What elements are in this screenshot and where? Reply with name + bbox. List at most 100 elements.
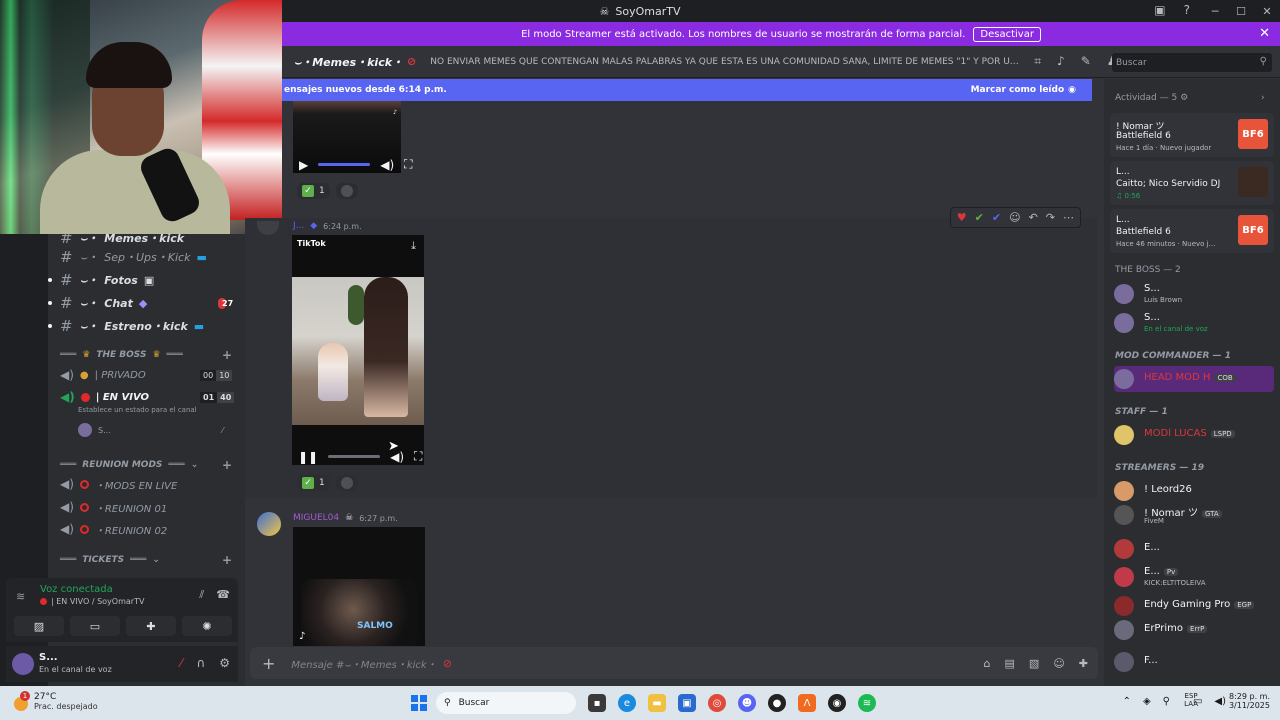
activity-card[interactable]: L... Caitto; Nico Servidio DJ ♫ 0:56 xyxy=(1110,161,1274,205)
reaction-check[interactable]: ✓ 1 xyxy=(297,183,330,199)
activity-card[interactable]: L... Battlefield 6 Hace 46 minutos · Nue… xyxy=(1110,209,1274,253)
close-icon[interactable]: ✕ xyxy=(1259,26,1270,41)
volume-bar[interactable] xyxy=(318,163,371,166)
gift-icon[interactable]: ⌂ xyxy=(984,657,991,670)
speaker-icon[interactable]: ◀) xyxy=(1214,696,1226,707)
obs-icon[interactable]: ◉ xyxy=(828,694,846,712)
reaction-check[interactable]: ✓ 1 xyxy=(297,475,330,491)
channel-sep-ups[interactable]: # ⌣・ Sep・Ups・Kick ▬ xyxy=(60,247,207,267)
upload-icon[interactable]: + xyxy=(262,654,275,673)
voice-channel-en-vivo[interactable]: ◀) | EN VIVO 01 40 xyxy=(60,387,235,407)
member-item[interactable]: E... xyxy=(1114,536,1274,562)
spotify-icon[interactable]: ≋ xyxy=(858,694,876,712)
category-the-boss[interactable]: ═══ ♛ THE BOSS ♛ ═══ + xyxy=(60,348,232,362)
signal-icon[interactable]: ≋ xyxy=(16,590,25,603)
member-item[interactable]: HEAD MOD H COB xyxy=(1114,366,1274,392)
github-icon[interactable]: ● xyxy=(768,694,786,712)
forward-icon[interactable]: ↷ xyxy=(1046,211,1055,224)
file-explorer-icon[interactable]: ▪ xyxy=(588,694,606,712)
voice-channel-privado[interactable]: ◀) ● | PRIVADO 00 10 xyxy=(60,365,233,385)
chrome-icon[interactable]: ◎ xyxy=(708,694,726,712)
voice-channel-reunion-01[interactable]: ◀) ・REUNION 01 xyxy=(60,497,167,517)
close-window-button[interactable]: ✕ xyxy=(1254,0,1280,22)
discord-icon[interactable]: ☻ xyxy=(738,694,756,712)
channel-estreno[interactable]: # ⌣・ Estreno・kick ▬ xyxy=(48,316,204,336)
verified-icon[interactable]: ✔ xyxy=(992,211,1001,224)
progress-bar[interactable] xyxy=(328,455,381,458)
headphones-icon[interactable]: ∩ xyxy=(196,656,205,670)
member-item[interactable]: E... Pv KICK:ELTITOLEIVA xyxy=(1114,564,1274,590)
add-channel-icon[interactable]: + xyxy=(222,553,232,567)
mark-read-button[interactable]: Marcar como leído ◉ xyxy=(971,85,1076,95)
screen-share-button[interactable]: ▭ xyxy=(70,616,120,636)
add-channel-icon[interactable]: + xyxy=(222,348,232,362)
edge-icon[interactable]: e xyxy=(618,694,636,712)
emoji-picker-icon[interactable]: ☺ xyxy=(1053,657,1064,670)
add-channel-icon[interactable]: + xyxy=(222,458,232,472)
gear-icon[interactable]: ⚙ xyxy=(219,656,230,670)
video-embed[interactable]: SALMO ♪ xyxy=(293,527,425,646)
minimize-button[interactable]: ─ xyxy=(1202,0,1228,22)
channel-status[interactable]: Establece un estado para el canal xyxy=(78,406,197,414)
chevron-right-icon[interactable]: › xyxy=(1261,93,1265,103)
taskbar-search[interactable]: ⚲ Buscar xyxy=(436,692,576,714)
activities-button[interactable]: ✚ xyxy=(126,616,176,636)
author-name[interactable]: J... xyxy=(293,221,304,231)
gear-icon[interactable]: ⚙ xyxy=(1180,93,1188,103)
voice-location[interactable]: | EN VIVO / SoyOmarTV xyxy=(40,597,144,606)
search-input[interactable]: Buscar ⚲ xyxy=(1112,53,1272,72)
pin-icon[interactable]: ✎ xyxy=(1081,54,1091,69)
disable-streamer-button[interactable]: Desactivar xyxy=(973,26,1041,42)
store-icon[interactable]: ▣ xyxy=(678,694,696,712)
author-name[interactable]: MIGUEL04 xyxy=(293,513,339,523)
sticker-icon[interactable]: ▧ xyxy=(1029,657,1039,670)
gif-icon[interactable]: ▤ xyxy=(1005,657,1015,670)
download-icon[interactable]: ⤓ xyxy=(411,239,416,253)
member-item[interactable]: ErPrimo ErrP xyxy=(1114,617,1274,643)
volume-icon[interactable]: ◀) xyxy=(380,158,394,172)
clock[interactable]: 8:29 p. m. 3/11/2025 xyxy=(1229,692,1270,710)
shield-icon[interactable]: ◈ xyxy=(1143,696,1151,707)
member-item[interactable]: S... En el canal de voz xyxy=(1114,310,1274,336)
add-reaction-icon[interactable]: ☺ xyxy=(1009,211,1020,224)
message-composer[interactable]: + Mensaje #⌣・Memes・kick・ ⊘ ⌂ ▤ ▧ ☺ ✚ xyxy=(250,647,1098,679)
voice-status[interactable]: Voz conectada xyxy=(40,584,113,595)
add-reaction-button[interactable] xyxy=(335,475,358,491)
apps-icon[interactable]: ✚ xyxy=(1079,657,1088,670)
member-item[interactable]: MODl LUCAS LSPD xyxy=(1114,422,1274,448)
member-item[interactable]: F... xyxy=(1114,649,1274,675)
fullscreen-icon[interactable]: ⛶ xyxy=(414,449,422,464)
folder-icon[interactable]: ▬ xyxy=(648,694,666,712)
channel-topic[interactable]: NO ENVIAR MEMES QUE CONTENGAN MALAS PALA… xyxy=(430,57,1020,67)
start-button[interactable] xyxy=(411,695,427,711)
soundboard-button[interactable]: ✺ xyxy=(182,616,232,636)
activity-card[interactable]: ! Nomar ツ Battlefield 6 Hace 1 día · Nue… xyxy=(1110,113,1274,157)
category-tickets[interactable]: ═══ TICKETS ═══ ⌄ + xyxy=(60,553,232,567)
weather-icon[interactable]: 1 xyxy=(10,691,30,713)
reply-icon[interactable]: ↶ xyxy=(1029,211,1038,224)
app-icon[interactable]: Λ xyxy=(798,694,816,712)
threads-icon[interactable]: ⌗ xyxy=(1034,54,1041,69)
heart-icon[interactable]: ♥ xyxy=(957,211,967,224)
member-item[interactable]: ! Nomar ツ GTA FiveM xyxy=(1114,502,1274,528)
weather-widget[interactable]: 27°C Prac. despejado xyxy=(34,692,98,711)
play-icon[interactable]: ▶ xyxy=(299,158,308,172)
mic-icon[interactable]: ⚲ xyxy=(1163,696,1170,707)
fullscreen-icon[interactable]: ⛶ xyxy=(404,157,412,172)
monitor-icon[interactable]: ▭ xyxy=(1193,696,1202,707)
camera-off-button[interactable]: ▨ xyxy=(14,616,64,636)
inbox-icon[interactable]: ▣ xyxy=(1154,3,1165,17)
voice-channel-mods-live[interactable]: ◀) ・MODS EN LIVE xyxy=(60,474,177,494)
member-item[interactable]: ! Leord26 xyxy=(1114,478,1274,504)
category-reunion-mods[interactable]: ═══ REUNION MODS ═══ ⌄ + xyxy=(60,458,232,472)
voice-member[interactable]: S... ⁄ xyxy=(78,423,223,437)
help-icon[interactable]: ? xyxy=(1184,3,1190,17)
pause-icon[interactable]: ❚❚ xyxy=(298,450,318,464)
disconnect-icon[interactable]: ☎ xyxy=(216,588,230,602)
video-embed[interactable]: TikTok ⤓ xyxy=(292,235,424,465)
member-item[interactable]: S... Luis Brown xyxy=(1114,281,1274,307)
message-input[interactable]: Mensaje #⌣・Memes・kick・ xyxy=(291,656,436,671)
member-item[interactable]: Endy Gaming Pro EGP xyxy=(1114,593,1274,619)
channel-fotos[interactable]: # ⌣・ Fotos ▣ xyxy=(48,270,154,290)
bell-icon[interactable]: ♪ xyxy=(1057,54,1065,69)
